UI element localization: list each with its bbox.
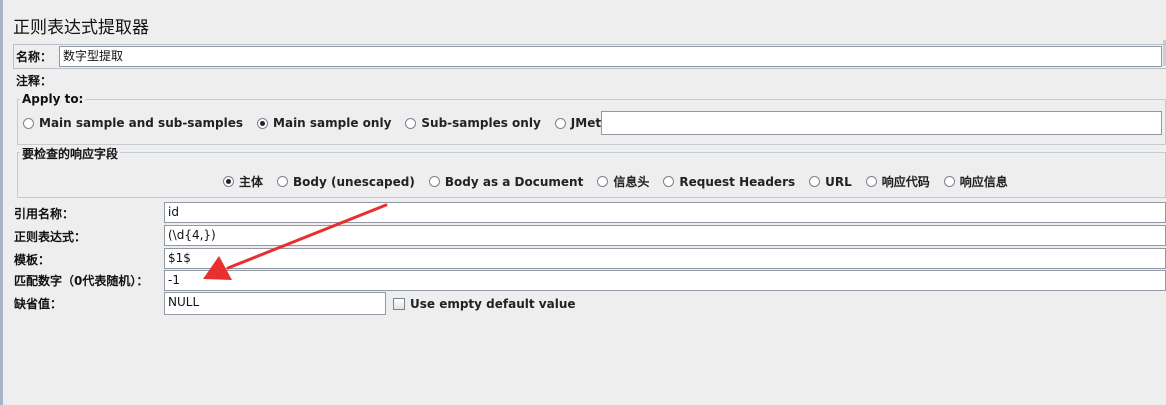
annotation-arrow-icon: [203, 203, 388, 280]
